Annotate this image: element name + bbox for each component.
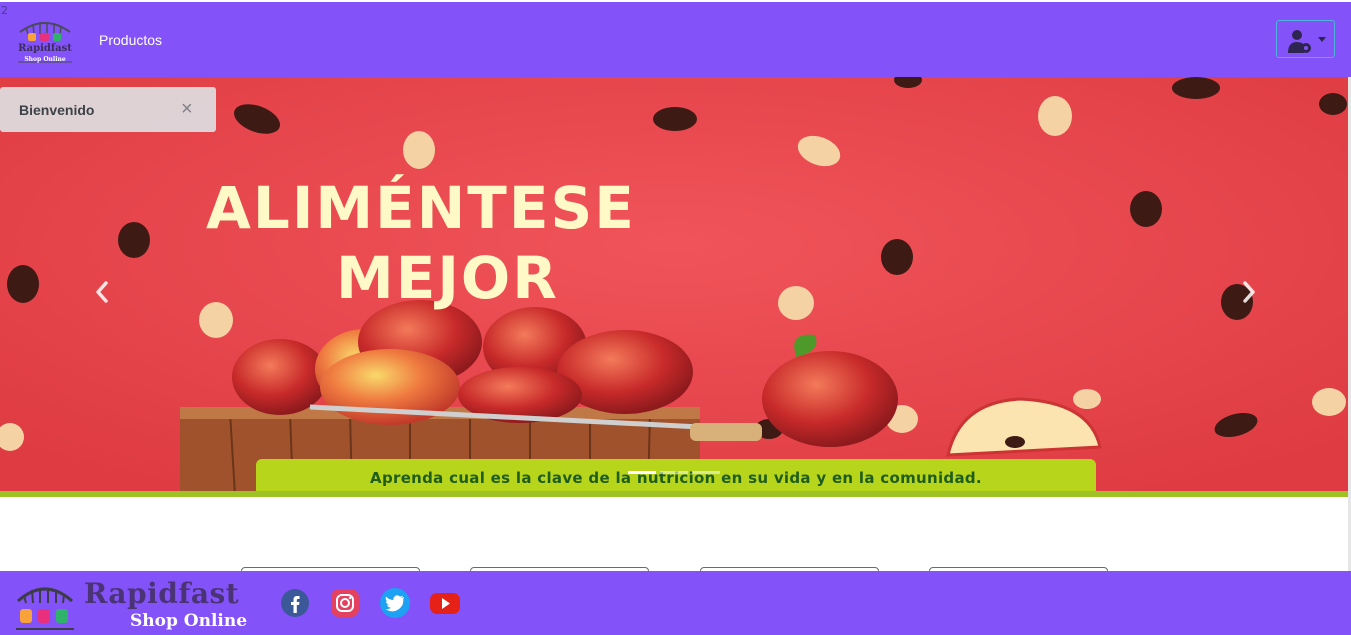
carousel-indicator-1[interactable] [628,471,656,474]
user-settings-icon [1288,30,1311,53]
carousel-indicator-2[interactable] [660,471,688,474]
brand-logo[interactable]: Rapidfast Shop Online [12,12,78,68]
logo-subtext: Shop Online [24,56,66,63]
top-navbar: Rapidfast Shop Online Productos [0,2,1351,77]
footer-brand: Rapidfast [84,577,240,610]
facebook-icon[interactable] [278,586,312,620]
hero-banner: Aprenda cual es la clave de la nutricion… [256,459,1096,495]
corner-number: 2 [1,4,8,17]
chevron-left-icon [96,281,108,303]
nav-link-productos[interactable]: Productos [99,32,162,48]
alert-close-button[interactable]: × [181,99,193,119]
twitter-icon[interactable] [378,586,412,620]
page: 2 Rapidfast Shop Online Productos ALIMÉN… [0,0,1351,635]
youtube-icon[interactable] [428,586,462,620]
footer: Rapidfast Shop Online [0,571,1351,635]
carousel-indicator-3[interactable] [692,471,720,474]
carousel-next-button[interactable] [1233,277,1263,307]
alert-message: Bienvenido [19,102,95,118]
instagram-icon[interactable] [328,586,362,620]
footer-subtitle: Shop Online [130,611,248,631]
hero-bottom-strip [0,491,1351,497]
hero-carousel: ALIMÉNTESE MEJOR Aprenda cual es la clav… [0,77,1351,495]
chevron-down-icon [1318,37,1326,42]
welcome-alert: Bienvenido × [0,87,216,132]
carousel-prev-button[interactable] [88,277,118,307]
hero-title: ALIMÉNTESE MEJOR [206,173,826,313]
hero-title-line1: ALIMÉNTESE [206,174,636,242]
chevron-right-icon [1243,281,1255,303]
logo-text: Rapidfast [18,43,72,54]
store-awning-icon [16,587,74,630]
user-menu-button[interactable] [1276,20,1335,58]
hero-title-line2: MEJOR [336,244,559,312]
carousel-indicators [628,471,720,474]
